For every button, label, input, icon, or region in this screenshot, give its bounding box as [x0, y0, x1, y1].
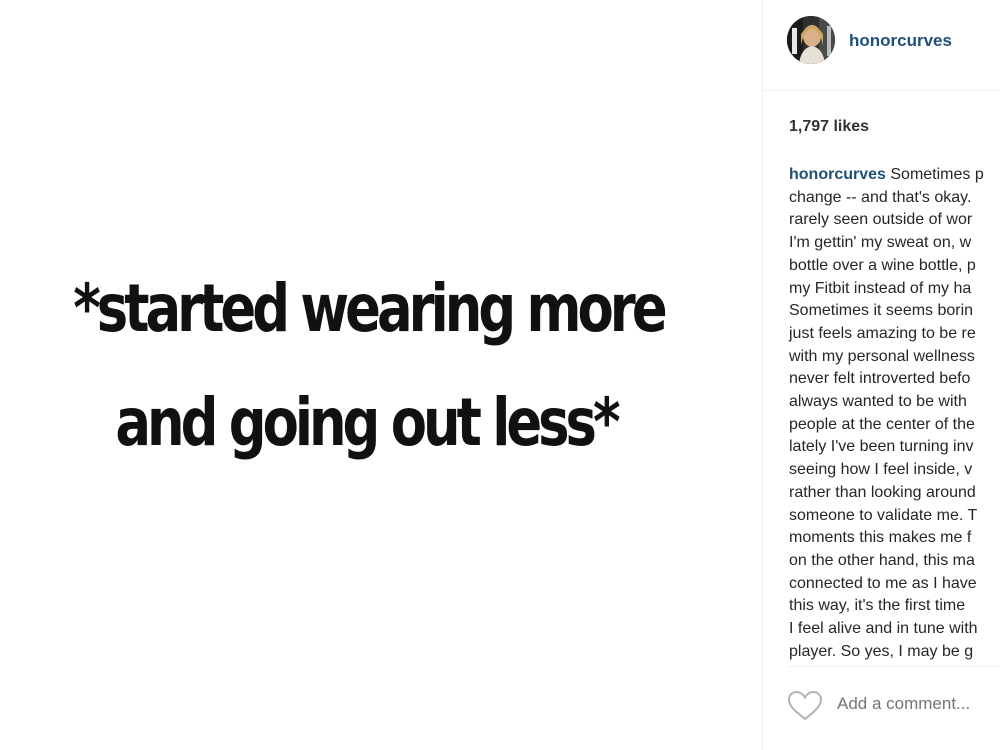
quote-line-1: *started wearing more [73, 270, 667, 347]
caption-line-1: honorcurves Sometimes p [789, 164, 1000, 187]
caption-line: with my personal wellness [789, 347, 975, 365]
post-header: honorcurves [763, 0, 1000, 91]
caption-line: change -- and that's okay. [789, 188, 972, 206]
comment-bar [787, 690, 1000, 726]
caption-line: connected to me as I have [789, 574, 977, 592]
caption-line: always wanted to be with [789, 393, 967, 411]
likes-count[interactable]: 1,797 likes [789, 118, 869, 136]
caption-line: on the other hand, this ma [789, 551, 975, 569]
comment-divider [789, 666, 1000, 667]
caption-line: I'm gettin' my sweat on, w [789, 234, 972, 252]
post-image[interactable]: *started wearing more and going out less… [0, 0, 762, 750]
caption-line: people at the center of the [789, 415, 975, 433]
caption-line: moments this makes me f [789, 529, 972, 547]
caption-line: someone to validate me. T [789, 506, 978, 524]
heart-outline-icon[interactable] [787, 690, 823, 722]
post-sidebar: honorcurves 1,797 likes honorcurves Some… [762, 0, 1000, 750]
caption-line: my Fitbit instead of my ha [789, 279, 972, 297]
caption-line: I feel alive and in tune with [789, 620, 978, 638]
quote-line-2: and going out less* [115, 384, 620, 461]
caption-line: bottle over a wine bottle, p [789, 256, 976, 274]
post-author-username[interactable]: honorcurves [849, 31, 952, 51]
caption-line: rather than looking around [789, 483, 976, 501]
add-comment-input[interactable] [837, 694, 1000, 714]
caption-text: Sometimes p [890, 166, 984, 183]
caption-line: never felt introverted befo [789, 370, 971, 388]
avatar[interactable] [787, 16, 835, 64]
caption-line: lately I've been turning inv [789, 438, 974, 456]
post-caption: honorcurves Sometimes p change -- and th… [789, 164, 1000, 663]
caption-line: just feels amazing to be re [789, 324, 976, 342]
caption-line: rarely seen outside of wor [789, 211, 973, 229]
caption-line: player. So yes, I may be g [789, 642, 974, 660]
caption-line: seeing how I feel inside, v [789, 461, 973, 479]
instagram-post-view: *started wearing more and going out less… [0, 0, 1000, 750]
quote-text: *started wearing more and going out less… [73, 252, 667, 480]
caption-line: this way, it's the first time [789, 597, 966, 615]
caption-line: Sometimes it seems borin [789, 302, 974, 320]
avatar-photo-icon [787, 16, 835, 64]
caption-username[interactable]: honorcurves [789, 166, 886, 183]
